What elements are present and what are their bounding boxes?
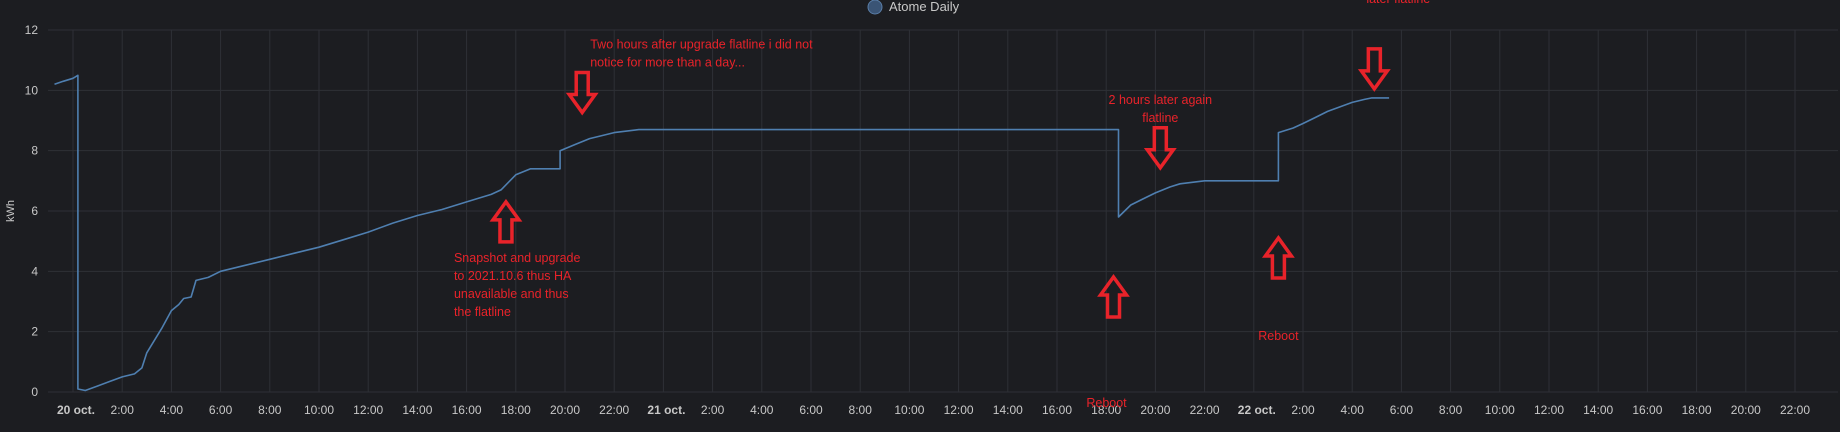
x-tick-label: 4:00	[1341, 403, 1365, 417]
x-tick-label: 20:00	[550, 403, 580, 417]
x-tick-label: 12:00	[944, 403, 974, 417]
x-tick-label: 8:00	[258, 403, 282, 417]
x-tick-label: 14:00	[1583, 403, 1613, 417]
annotation-text-reboot-1: Reboot	[1086, 396, 1127, 410]
x-tick-label: 10:00	[1485, 403, 1515, 417]
annotation-line: the flatline	[454, 305, 511, 319]
annotation-line: Two hours after upgrade flatline i did n…	[590, 38, 813, 52]
x-tick-label: 20 oct.	[57, 403, 95, 417]
annotation-line: Reboot	[1258, 329, 1299, 343]
x-tick-label: 21 oct.	[647, 403, 685, 417]
x-tick-label: 22 oct.	[1238, 403, 1276, 417]
y-tick-label: 4	[31, 264, 38, 278]
x-tick-label: 16:00	[1632, 403, 1662, 417]
x-tick-label: 14:00	[993, 403, 1023, 417]
x-tick-label: 4:00	[160, 403, 184, 417]
x-tick-label: 12:00	[353, 403, 383, 417]
x-tick-label: 2:00	[1291, 403, 1315, 417]
grid-lines	[48, 29, 1838, 393]
annotation-text-two-hours-later: 2 hours later again flatline	[1109, 93, 1213, 125]
annotation-text-two-hours-after: Two hours after upgrade flatline i did n…	[590, 38, 813, 70]
x-tick-label: 8:00	[1439, 403, 1463, 417]
x-tick-label: 22:00	[1190, 403, 1220, 417]
y-tick-label: 12	[25, 23, 39, 37]
legend-label[interactable]: Atome Daily	[889, 0, 960, 14]
annotation-arrow-up-icon	[489, 198, 523, 244]
y-tick-label: 2	[31, 325, 38, 339]
x-axis: 20 oct. 2:00 4:00 6:00 8:00 10:00 12:00 14:00 16…	[57, 403, 1810, 417]
x-tick-label: 16:00	[1042, 403, 1072, 417]
series-layer	[54, 74, 1390, 392]
x-tick-label: 18:00	[1682, 403, 1712, 417]
annotation-arrow-down-icon	[565, 70, 599, 116]
x-tick-label: 20:00	[1731, 403, 1761, 417]
x-tick-label: 22:00	[1780, 403, 1810, 417]
annotation-line: notice for more than a day...	[590, 56, 745, 70]
x-tick-label: 6:00	[799, 403, 823, 417]
y-axis-label: kWh	[5, 200, 17, 222]
annotation-line: Snapshot and upgrade	[454, 251, 581, 265]
y-tick-label: 6	[31, 204, 38, 218]
x-tick-label: 10:00	[894, 403, 924, 417]
x-tick-label: 6:00	[209, 403, 233, 417]
annotation-arrow-down-icon	[1357, 47, 1391, 92]
legend-swatch[interactable]	[867, 0, 883, 15]
x-tick-label: 18:00	[501, 403, 531, 417]
x-tick-label: 8:00	[849, 403, 873, 417]
annotation-line: Reboot	[1086, 396, 1127, 410]
x-tick-label: 22:00	[599, 403, 629, 417]
annotation-arrow-down-icon	[1143, 126, 1177, 171]
x-tick-label: 14:00	[402, 403, 432, 417]
annotation-arrow-up-icon	[1261, 234, 1295, 280]
x-tick-label: 4:00	[750, 403, 774, 417]
annotations-layer: Snapshot and upgrade to 2021.10.6 thus HA…	[454, 0, 1443, 410]
x-tick-label: 2:00	[701, 403, 725, 417]
y-axis: 0 2 4 6 8 10 12	[25, 23, 39, 399]
x-tick-label: 16:00	[452, 403, 482, 417]
y-tick-label: 0	[31, 385, 38, 399]
annotation-text-again-two-hours: Again 2 hourslater flatline	[1366, 0, 1443, 6]
series-line	[54, 74, 1390, 392]
annotation-line: unavailable and thus	[454, 287, 569, 301]
annotation-text-reboot-2: Reboot	[1258, 329, 1299, 343]
annotation-line: flatline	[1142, 111, 1178, 125]
x-tick-label: 10:00	[304, 403, 334, 417]
annotation-line: later flatline	[1366, 0, 1430, 6]
legend[interactable]: Atome Daily	[867, 0, 960, 15]
chart-canvas: 0 2 4 6 8 10 12 20 oct. 2:00 4:00 6:00 8:00 10:00 12…	[5, 0, 1838, 417]
energy-chart: 0 2 4 6 8 10 12 20 oct. 2:00 4:00 6:00 8:00 10:00 12…	[0, 0, 1840, 427]
x-tick-label: 2:00	[111, 403, 135, 417]
x-tick-label: 20:00	[1140, 403, 1170, 417]
annotation-line: 2 hours later again	[1109, 93, 1213, 107]
annotation-arrow-up-icon	[1097, 274, 1130, 319]
annotation-text-snapshot: Snapshot and upgrade to 2021.10.6 thus HA…	[454, 251, 581, 319]
y-tick-label: 8	[31, 144, 38, 158]
y-tick-label: 10	[25, 83, 39, 97]
x-tick-label: 12:00	[1534, 403, 1564, 417]
x-tick-label: 6:00	[1390, 403, 1414, 417]
annotation-line: to 2021.10.6 thus HA	[454, 269, 572, 283]
